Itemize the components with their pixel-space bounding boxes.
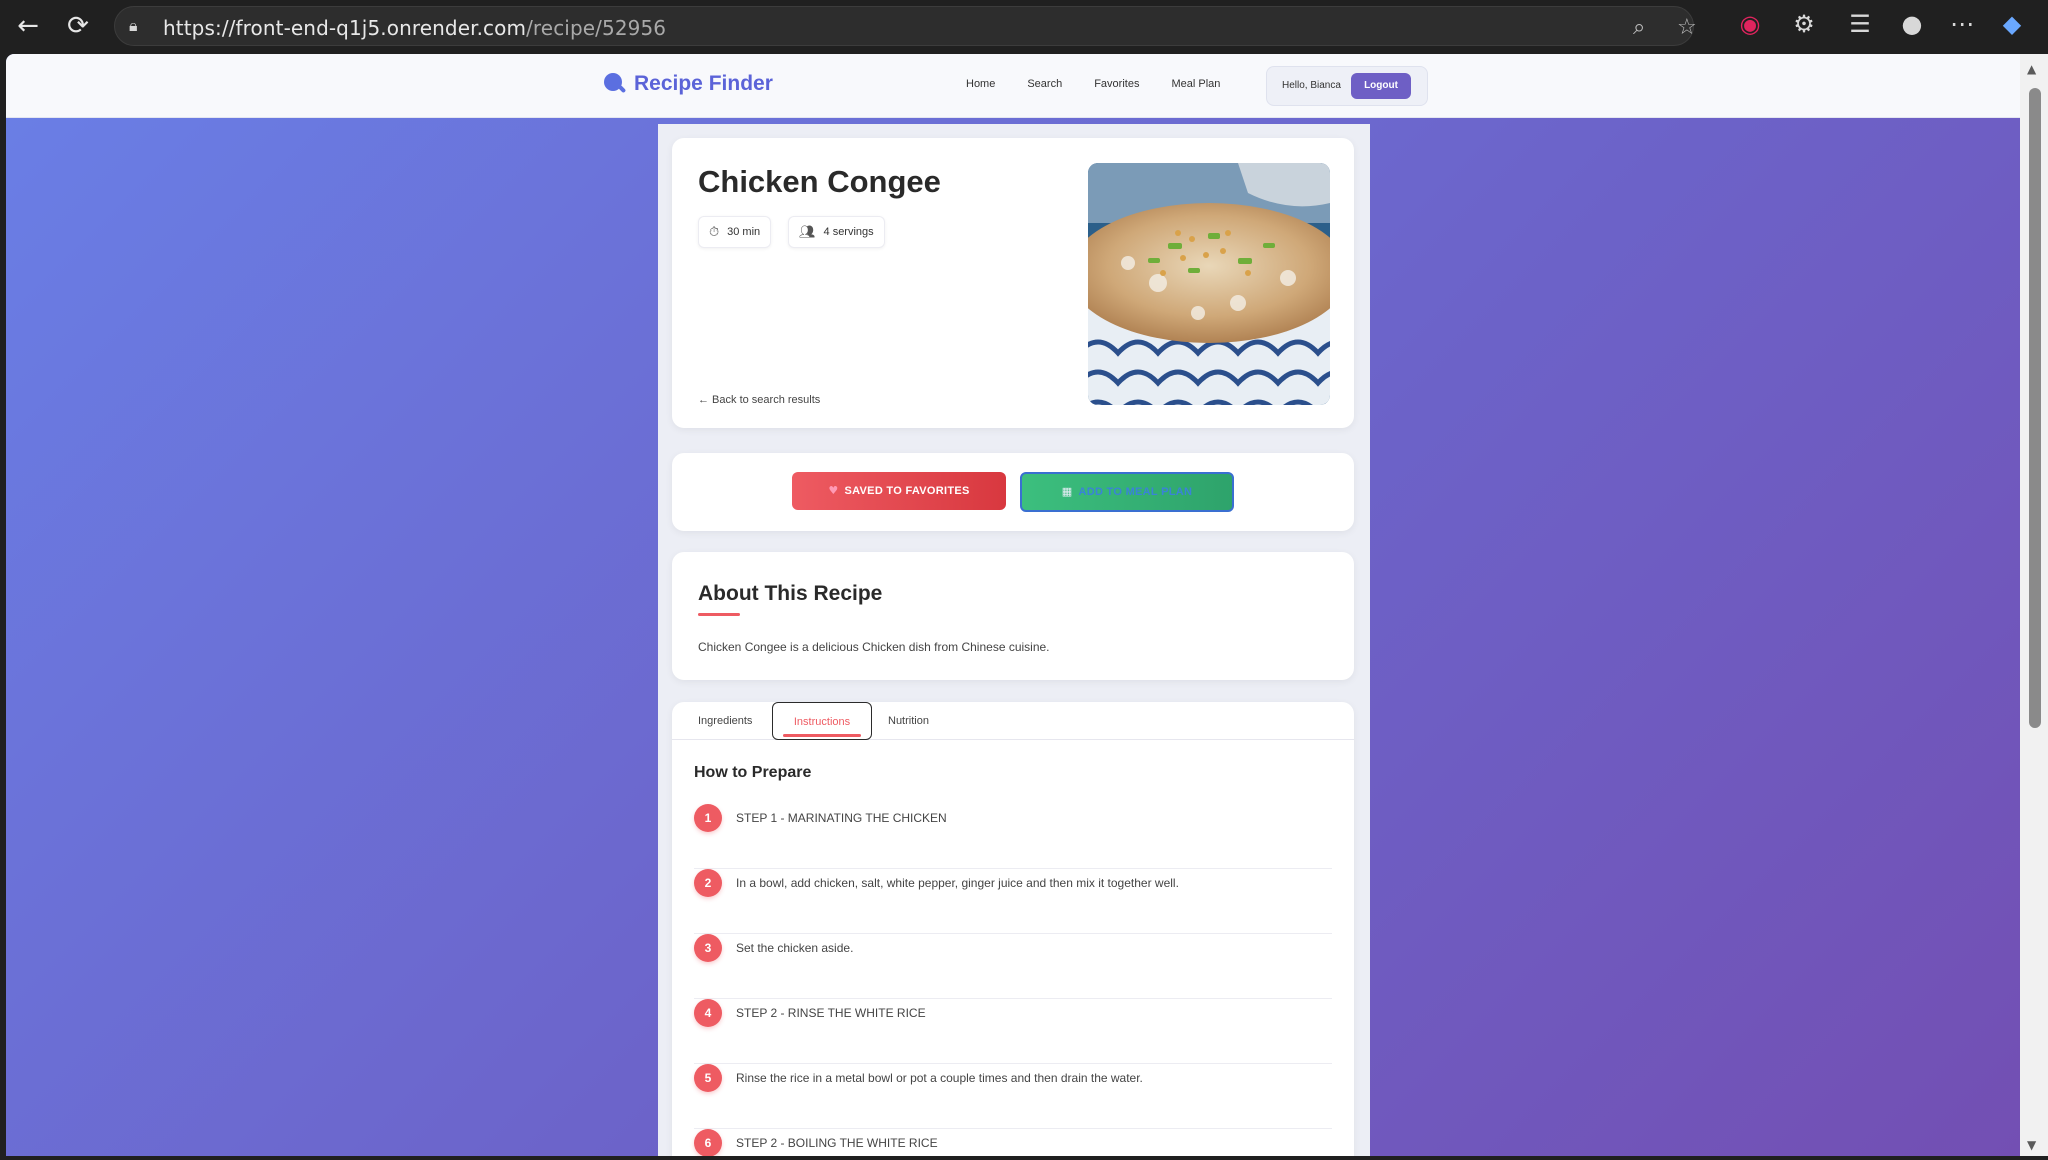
- scroll-down-icon[interactable]: ▼: [2027, 1138, 2036, 1152]
- reload-icon[interactable]: ⟳: [62, 10, 94, 42]
- tab-bar: Ingredients Instructions Nutrition: [672, 702, 1354, 740]
- extensions-icon[interactable]: ⚙: [1788, 10, 1820, 38]
- about-card: About This Recipe Chicken Congee is a de…: [672, 552, 1354, 680]
- recipe-actions-card: ♥ SAVED TO FAVORITES ▦ ADD TO MEAL PLAN: [672, 453, 1354, 531]
- heart-icon: ♥: [828, 484, 839, 497]
- zoom-icon[interactable]: ⌕: [1633, 15, 1645, 40]
- servings-badge: 👥︎ 4 servings: [788, 216, 885, 248]
- page-viewport: Recipe Finder Home Search Favorites Meal…: [6, 54, 2020, 1156]
- favorites-list-icon[interactable]: ☰: [1844, 10, 1876, 38]
- nav-favorites[interactable]: Favorites: [1094, 78, 1139, 90]
- time-badge: ⏱ 30 min: [698, 216, 772, 248]
- user-box: Hello, Bianca Logout: [1266, 66, 1428, 106]
- tab-instructions[interactable]: Instructions: [772, 702, 872, 740]
- scroll-thumb[interactable]: [2029, 88, 2041, 728]
- recipe-tabs-card: Ingredients Instructions Nutrition How t…: [672, 702, 1354, 1156]
- step-number: 5: [694, 1064, 722, 1092]
- step-text: Set the chicken aside.: [736, 941, 854, 955]
- about-title: About This Recipe: [698, 582, 883, 605]
- favorites-label: SAVED TO FAVORITES: [844, 485, 970, 497]
- recipe-image: [1088, 163, 1330, 405]
- page-scrollbar[interactable]: ▲ ▼: [2020, 54, 2048, 1156]
- instruction-step: 1 STEP 1 - MARINATING THE CHICKEN: [694, 804, 1332, 869]
- more-menu-icon[interactable]: ⋯: [1946, 10, 1978, 38]
- nav-search[interactable]: Search: [1027, 78, 1062, 90]
- about-description: Chicken Congee is a delicious Chicken di…: [698, 640, 1050, 654]
- recipe-title: Chicken Congee: [698, 164, 941, 199]
- site-header: Recipe Finder Home Search Favorites Meal…: [6, 54, 2020, 118]
- step-text: In a bowl, add chicken, salt, white pepp…: [736, 876, 1179, 890]
- instruction-step: 6 STEP 2 - BOILING THE WHITE RICE: [694, 1129, 1332, 1156]
- instruction-step: 2 In a bowl, add chicken, salt, white pe…: [694, 869, 1332, 934]
- instructions-title: How to Prepare: [694, 764, 812, 781]
- recipe-hero-card: Chicken Congee ⏱ 30 min 👥︎ 4 servings ← …: [672, 138, 1354, 428]
- time-value: 30 min: [727, 226, 761, 238]
- search-icon: [604, 73, 627, 95]
- instruction-step: 3 Set the chicken aside.: [694, 934, 1332, 999]
- site-logo[interactable]: Recipe Finder: [604, 72, 773, 96]
- nav-home[interactable]: Home: [966, 78, 995, 90]
- instruction-step: 5 Rinse the rice in a metal bowl or pot …: [694, 1064, 1332, 1129]
- people-icon: 👥︎: [799, 224, 816, 240]
- main-nav: Home Search Favorites Meal Plan: [966, 78, 1252, 90]
- active-tab-underline: [783, 734, 861, 737]
- instruction-step: 4 STEP 2 - RINSE THE WHITE RICE: [694, 999, 1332, 1064]
- media-icon[interactable]: ◉: [1734, 10, 1766, 38]
- about-title-underline: [698, 613, 740, 616]
- tab-ingredients[interactable]: Ingredients: [698, 702, 752, 740]
- lock-icon[interactable]: 🔒︎: [129, 16, 147, 36]
- step-number: 1: [694, 804, 722, 832]
- step-number: 2: [694, 869, 722, 897]
- stopwatch-icon: ⏱: [709, 224, 720, 240]
- address-bar[interactable]: 🔒︎ https://front-end-q1j5.onrender.com/r…: [114, 6, 1697, 46]
- servings-value: 4 servings: [823, 226, 874, 238]
- tab-nutrition[interactable]: Nutrition: [888, 702, 929, 740]
- favorite-star-icon[interactable]: ☆: [1677, 15, 1697, 40]
- recipe-column: Chicken Congee ⏱ 30 min 👥︎ 4 servings ← …: [658, 124, 1370, 1156]
- step-number: 4: [694, 999, 722, 1027]
- back-icon[interactable]: ←: [12, 10, 44, 42]
- browser-toolbar: ← ⟳ 🔒︎ https://front-end-q1j5.onrender.c…: [0, 0, 2048, 52]
- step-number: 3: [694, 934, 722, 962]
- url-text: https://front-end-q1j5.onrender.com/reci…: [163, 16, 667, 40]
- step-text: Rinse the rice in a metal bowl or pot a …: [736, 1071, 1143, 1085]
- add-to-meal-plan-button[interactable]: ▦ ADD TO MEAL PLAN: [1020, 472, 1234, 512]
- logo-text: Recipe Finder: [634, 72, 773, 95]
- user-greeting: Hello, Bianca: [1282, 80, 1341, 91]
- copilot-icon[interactable]: ◆: [1996, 10, 2028, 38]
- back-to-results-link[interactable]: ← Back to search results: [698, 394, 820, 406]
- tab-instructions-label: Instructions: [793, 716, 851, 728]
- logout-button[interactable]: Logout: [1351, 73, 1411, 99]
- step-text: STEP 1 - MARINATING THE CHICKEN: [736, 811, 947, 825]
- profile-avatar-icon[interactable]: ●: [1896, 10, 1928, 38]
- step-number: 6: [694, 1129, 722, 1156]
- step-text: STEP 2 - BOILING THE WHITE RICE: [736, 1136, 938, 1150]
- step-text: STEP 2 - RINSE THE WHITE RICE: [736, 1006, 926, 1020]
- meal-plan-label: ADD TO MEAL PLAN: [1078, 486, 1193, 498]
- scroll-up-icon[interactable]: ▲: [2027, 62, 2036, 76]
- calendar-icon: ▦: [1061, 485, 1073, 498]
- saved-to-favorites-button[interactable]: ♥ SAVED TO FAVORITES: [792, 472, 1006, 510]
- nav-meal-plan[interactable]: Meal Plan: [1171, 78, 1220, 90]
